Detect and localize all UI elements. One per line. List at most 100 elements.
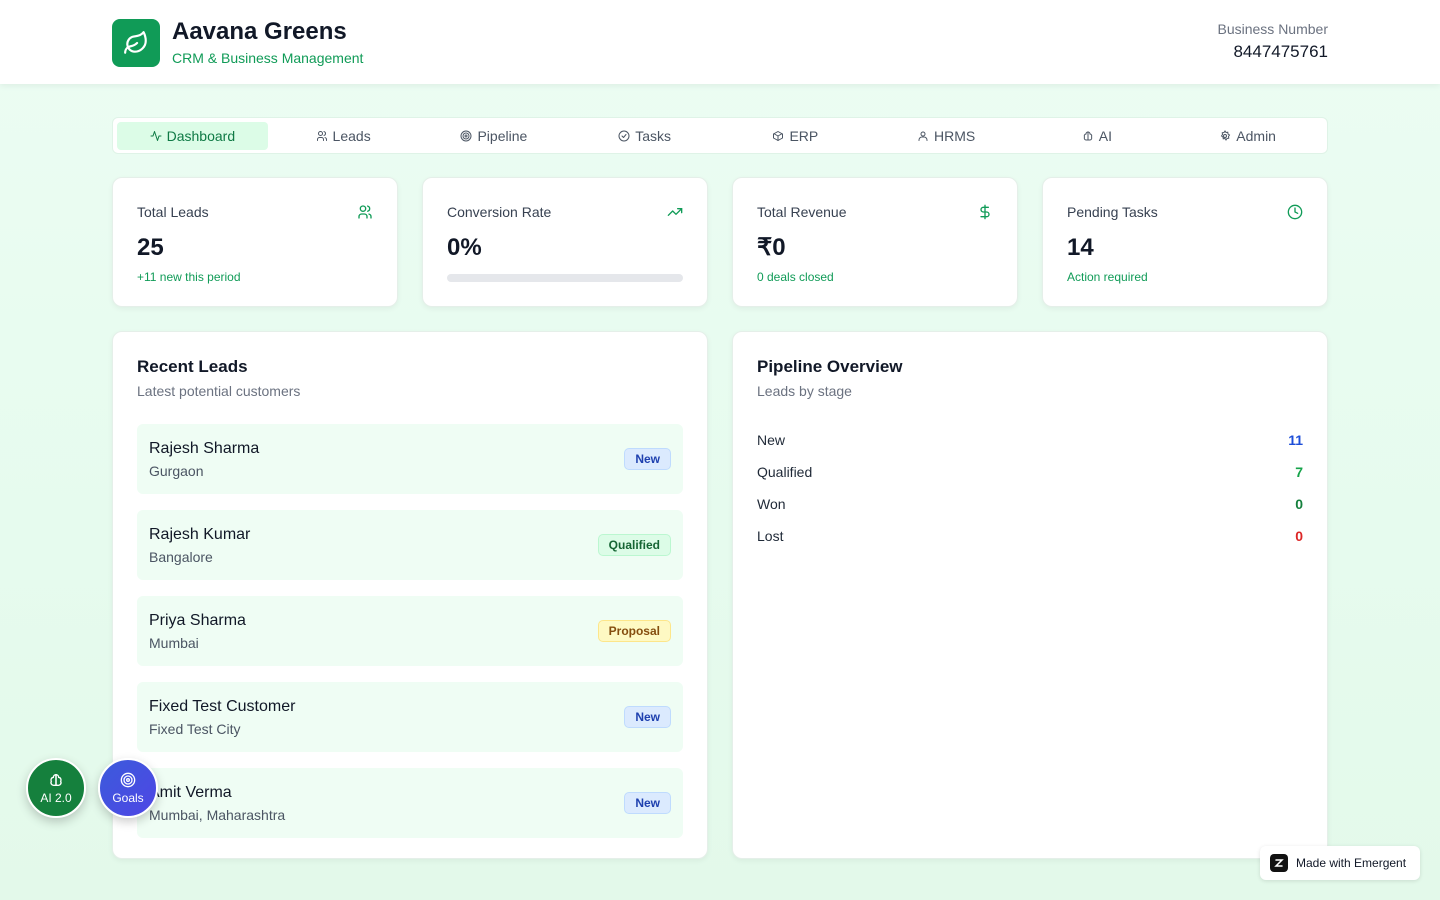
business-number: 8447475761 <box>1233 42 1328 61</box>
tab-label: Pipeline <box>477 128 528 144</box>
stage-row-won: Won 0 <box>757 488 1303 520</box>
business-number-label: Business Number <box>1217 21 1329 37</box>
lead-name: Fixed Test Customer <box>149 698 296 715</box>
pipeline-overview-panel: Pipeline Overview Leads by stage New 11 … <box>732 331 1328 859</box>
lead-city: Mumbai, Maharashtra <box>149 807 286 823</box>
panel-title: Recent Leads <box>137 357 248 376</box>
stage-row-lost: Lost 0 <box>757 520 1303 552</box>
lead-name: Rajesh Kumar <box>149 526 251 543</box>
status-badge: Qualified <box>597 534 671 556</box>
lead-item[interactable]: Rajesh Sharma Gurgaon New <box>137 424 683 494</box>
brain-icon <box>50 773 62 786</box>
conversion-progress-bar <box>447 274 683 282</box>
dollar-icon <box>980 204 990 220</box>
tab-hrms[interactable]: HRMS <box>871 122 1022 150</box>
panel-title: Pipeline Overview <box>757 357 903 376</box>
tab-label: HRMS <box>934 128 976 144</box>
stat-value: 25 <box>137 234 164 261</box>
lead-item[interactable]: Rajesh Kumar Bangalore Qualified <box>137 510 683 580</box>
tab-label: AI <box>1098 128 1112 144</box>
package-icon <box>773 131 784 141</box>
goals-button[interactable]: Goals <box>98 758 158 818</box>
stat-subtext: +11 new this period <box>137 270 241 284</box>
users-icon <box>358 205 372 219</box>
user-icon <box>918 131 928 141</box>
tab-dashboard[interactable]: Dashboard <box>117 122 268 150</box>
stage-row-qualified: Qualified 7 <box>757 456 1303 488</box>
main-tabs: Dashboard Leads Pipeline Tasks ERP HRMS … <box>112 117 1328 154</box>
status-badge: Proposal <box>597 620 671 642</box>
lead-city: Gurgaon <box>149 463 204 479</box>
tab-ai[interactable]: AI <box>1022 122 1173 150</box>
users-icon <box>316 131 327 141</box>
stage-name: New <box>757 432 786 448</box>
stat-title: Conversion Rate <box>447 204 552 220</box>
stat-value: 0% <box>447 234 482 261</box>
emergent-logo-icon <box>1270 854 1288 872</box>
lead-city: Mumbai <box>149 635 199 651</box>
lead-name: Priya Sharma <box>149 612 246 629</box>
stat-card-conversion-rate: Conversion Rate 0% <box>422 177 708 307</box>
stat-card-pending-tasks: Pending Tasks 14 Action required <box>1042 177 1328 307</box>
tab-admin[interactable]: Admin <box>1172 122 1323 150</box>
lead-city: Fixed Test City <box>149 721 241 737</box>
activity-icon <box>150 131 162 141</box>
ai-assistant-button[interactable]: AI 2.0 <box>26 758 86 818</box>
app-title: Aavana Greens <box>172 18 347 45</box>
status-badge: New <box>624 448 671 470</box>
tab-label: Admin <box>1236 128 1276 144</box>
app-header: Aavana Greens CRM & Business Management … <box>0 0 1440 84</box>
lead-item[interactable]: Amit Verma Mumbai, Maharashtra New <box>137 768 683 838</box>
tab-tasks[interactable]: Tasks <box>569 122 720 150</box>
lead-item[interactable]: Priya Sharma Mumbai Proposal <box>137 596 683 666</box>
stage-name: Qualified <box>757 464 813 480</box>
status-badge: New <box>624 706 671 728</box>
panel-subtitle: Leads by stage <box>757 383 852 399</box>
brand[interactable]: Aavana Greens CRM & Business Management <box>112 18 363 68</box>
stat-value: 14 <box>1067 234 1094 261</box>
lead-name: Rajesh Sharma <box>149 440 260 457</box>
stat-card-total-leads: Total Leads 25 +11 new this period <box>112 177 398 307</box>
stage-list: New 11 Qualified 7 Won 0 Lost 0 <box>757 424 1303 552</box>
tab-leads[interactable]: Leads <box>268 122 419 150</box>
tab-erp[interactable]: ERP <box>720 122 871 150</box>
stat-subtext: Action required <box>1067 270 1148 284</box>
stage-name: Won <box>757 496 786 512</box>
stage-count: 11 <box>1288 432 1303 448</box>
panel-subtitle: Latest potential customers <box>137 383 301 399</box>
business-number-block: Business Number 8447475761 <box>1218 20 1329 63</box>
stat-title: Total Revenue <box>757 204 847 220</box>
stage-count: 0 <box>1295 528 1303 544</box>
check-circle-icon <box>618 130 630 142</box>
stat-subtext: 0 deals closed <box>757 270 834 284</box>
lead-list: Rajesh Sharma Gurgaon New Rajesh Kumar B… <box>137 424 683 838</box>
fab-label: Goals <box>112 790 144 805</box>
tab-label: Tasks <box>635 128 672 144</box>
settings-icon <box>1221 130 1231 141</box>
stage-row-new: New 11 <box>757 424 1303 456</box>
made-with-emergent-badge[interactable]: Made with Emergent <box>1260 846 1420 880</box>
made-with-label: Made with Emergent <box>1296 856 1407 870</box>
tab-label: Leads <box>332 128 371 144</box>
trending-up-icon <box>667 208 683 216</box>
stat-title: Pending Tasks <box>1067 204 1158 220</box>
clock-icon <box>1287 204 1303 220</box>
brain-icon <box>1083 131 1093 141</box>
stage-count: 7 <box>1295 464 1303 480</box>
stat-card-total-revenue: Total Revenue ₹0 0 deals closed <box>732 177 1018 307</box>
stage-name: Lost <box>757 528 784 544</box>
status-badge: New <box>624 792 671 814</box>
lead-item[interactable]: Fixed Test Customer Fixed Test City New <box>137 682 683 752</box>
leaf-icon <box>112 19 160 67</box>
target-icon <box>120 772 136 787</box>
app-subtitle: CRM & Business Management <box>172 50 364 66</box>
recent-leads-panel: Recent Leads Latest potential customers … <box>112 331 708 859</box>
stat-title: Total Leads <box>137 204 209 220</box>
fab-label: AI 2.0 <box>40 790 72 805</box>
stat-value: ₹0 <box>757 234 786 261</box>
target-icon <box>460 130 472 142</box>
lead-name: Amit Verma <box>149 784 232 801</box>
stage-count: 0 <box>1295 496 1303 512</box>
tab-pipeline[interactable]: Pipeline <box>419 122 570 150</box>
lead-city: Bangalore <box>149 549 213 565</box>
